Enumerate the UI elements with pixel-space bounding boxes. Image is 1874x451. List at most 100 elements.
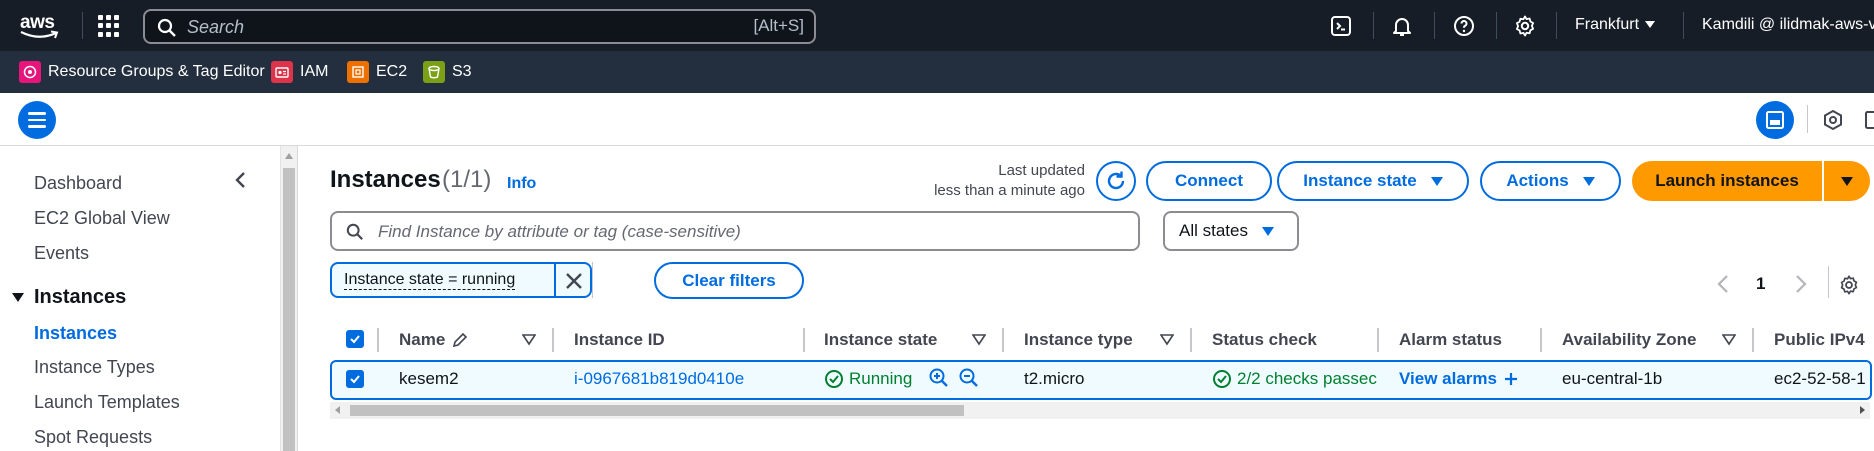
remove-filter-close-icon[interactable] — [561, 268, 587, 294]
sidebar-item-instance-types[interactable]: Instance Types — [34, 357, 155, 378]
settings-gear-icon[interactable] — [1513, 14, 1537, 38]
sidebar-item-spot-requests[interactable]: Spot Requests — [34, 427, 152, 448]
check-icon — [350, 335, 360, 344]
sidebar-section-label: Instances — [34, 286, 127, 308]
filter-token-divider — [554, 264, 556, 296]
scroll-up-arrow-icon[interactable] — [285, 153, 293, 159]
sidebar-item-instances[interactable]: Instances — [34, 323, 117, 344]
column-divider[interactable] — [1540, 328, 1542, 352]
actions-label: Actions — [1506, 171, 1569, 190]
chevron-left-icon[interactable] — [1716, 274, 1730, 294]
favorite-iam[interactable]: IAM — [271, 61, 328, 83]
sort-caret-icon[interactable] — [1160, 334, 1174, 346]
table-horizontal-scrollbar[interactable] — [330, 402, 1870, 419]
nav-divider — [1683, 12, 1684, 39]
preferences-gear-icon[interactable] — [1838, 274, 1860, 296]
zoom-in-icon[interactable] — [928, 367, 950, 389]
column-divider[interactable] — [1002, 328, 1004, 352]
panel-edge-icon[interactable] — [1864, 109, 1874, 131]
row-checkbox[interactable] — [346, 370, 364, 388]
column-header-status-check[interactable]: Status check — [1212, 328, 1317, 352]
column-header-instance-id[interactable]: Instance ID — [574, 328, 665, 352]
sort-caret-icon[interactable] — [972, 334, 986, 346]
launch-instances-dropdown[interactable] — [1824, 161, 1870, 201]
sidebar-section-instances[interactable]: Instances — [12, 286, 126, 309]
instance-state-dropdown[interactable]: Instance state — [1277, 161, 1469, 201]
column-header-instance-type[interactable]: Instance type — [1024, 328, 1133, 352]
scroll-right-arrow-icon[interactable] — [1860, 406, 1865, 414]
favorite-label: IAM — [300, 63, 329, 80]
states-select-value: All states — [1179, 221, 1248, 240]
column-divider[interactable] — [803, 328, 805, 352]
info-link[interactable]: Info — [507, 175, 536, 193]
instance-filter-input[interactable] — [378, 220, 1118, 244]
column-header-availability-zone[interactable]: Availability Zone — [1562, 328, 1696, 352]
sidebar-item-launch-templates[interactable]: Launch Templates — [34, 392, 180, 413]
instance-filter[interactable] — [330, 211, 1140, 251]
column-label: Alarm status — [1399, 330, 1502, 349]
cell-alarm-status[interactable]: View alarms — [1399, 369, 1519, 389]
region-selector[interactable]: Frankfurt — [1575, 16, 1656, 34]
scrollbar-thumb[interactable] — [350, 405, 964, 416]
scrollbar-thumb[interactable] — [283, 168, 295, 451]
current-page[interactable]: 1 — [1756, 274, 1765, 294]
connect-label: Connect — [1175, 171, 1243, 190]
caret-down-icon — [1430, 176, 1443, 186]
sort-caret-icon[interactable] — [1722, 334, 1736, 346]
menu-hamburger-icon[interactable] — [18, 101, 56, 139]
cell-instance-id-link[interactable]: i-0967681b819d0410e — [574, 369, 744, 389]
sidebar-item-dashboard[interactable]: Dashboard — [34, 173, 122, 194]
sidebar-scrollbar[interactable] — [280, 146, 297, 451]
column-header-instance-state[interactable]: Instance state — [824, 328, 937, 352]
collapse-chevron-left-icon[interactable] — [231, 170, 251, 190]
column-divider[interactable] — [1752, 328, 1754, 352]
column-divider[interactable] — [1377, 328, 1379, 352]
split-panel-icon[interactable] — [1756, 101, 1794, 139]
refresh-button[interactable] — [1096, 161, 1136, 201]
success-check-circle-icon — [825, 370, 843, 388]
column-header-public-ipv4[interactable]: Public IPv4 — [1774, 328, 1865, 352]
account-menu[interactable]: Kamdili @ ilidmak-aws-v1 — [1702, 16, 1874, 34]
cloudshell-icon[interactable] — [1329, 14, 1353, 38]
clear-filters-button[interactable]: Clear filters — [654, 262, 804, 299]
hexagon-settings-icon[interactable] — [1822, 109, 1844, 131]
scroll-left-arrow-icon[interactable] — [335, 406, 340, 414]
favorite-ec2[interactable]: EC2 — [347, 61, 407, 83]
console-header-bar — [0, 93, 1874, 146]
filter-token-label[interactable]: Instance state = running — [344, 271, 516, 290]
cell-instance-state: Running — [824, 369, 912, 389]
sidebar-item-events[interactable]: Events — [34, 243, 89, 264]
column-header-name[interactable]: Name — [399, 328, 469, 352]
states-select[interactable]: All states — [1163, 211, 1299, 251]
favorite-s3[interactable]: S3 — [423, 61, 472, 83]
connect-button[interactable]: Connect — [1146, 161, 1272, 201]
actions-dropdown[interactable]: Actions — [1480, 161, 1621, 201]
launch-instances-button[interactable]: Launch instances — [1632, 161, 1822, 201]
sidebar-item-ec2-global-view[interactable]: EC2 Global View — [34, 208, 170, 229]
column-header-alarm-status[interactable]: Alarm status — [1399, 328, 1502, 352]
view-alarms-link[interactable]: View alarms — [1399, 369, 1497, 389]
column-divider[interactable] — [552, 328, 554, 352]
caret-down-icon — [12, 293, 24, 303]
caret-down-icon — [1582, 176, 1595, 186]
global-search[interactable]: [Alt+S] — [143, 9, 816, 44]
column-divider[interactable] — [377, 328, 379, 352]
zoom-out-icon[interactable] — [958, 367, 980, 389]
chevron-right-icon[interactable] — [1794, 274, 1808, 294]
services-grid-icon[interactable] — [98, 15, 120, 37]
filter-token[interactable]: Instance state = running — [330, 262, 592, 298]
select-all-checkbox[interactable] — [346, 330, 364, 348]
column-label: Status check — [1212, 330, 1317, 349]
column-divider[interactable] — [1190, 328, 1192, 352]
favorite-resource-groups[interactable]: Resource Groups & Tag Editor — [19, 61, 265, 83]
aws-logo[interactable]: aws — [18, 10, 62, 42]
notifications-bell-icon[interactable] — [1390, 14, 1414, 38]
help-icon[interactable] — [1452, 14, 1476, 38]
global-search-input[interactable] — [187, 15, 707, 39]
add-plus-icon[interactable] — [1503, 371, 1519, 387]
nav-divider — [1496, 12, 1497, 39]
sort-caret-icon[interactable] — [522, 334, 536, 346]
launch-instances-label: Launch instances — [1655, 171, 1799, 190]
last-updated-label: Last updated — [998, 162, 1085, 179]
favorite-label: Resource Groups & Tag Editor — [48, 63, 265, 80]
